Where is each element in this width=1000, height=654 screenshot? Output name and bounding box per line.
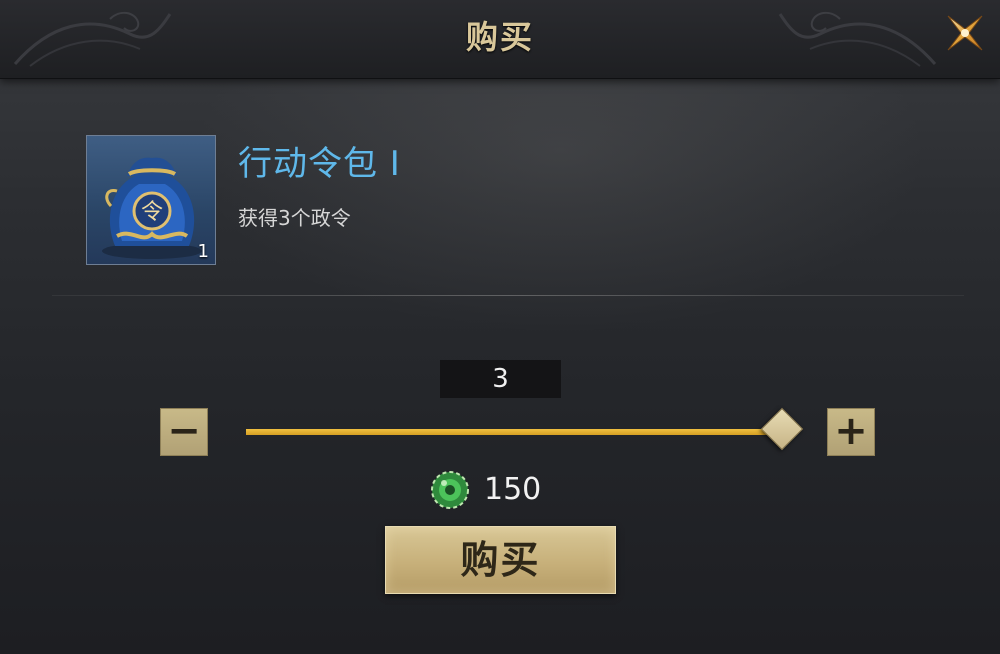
quantity-display: 3 bbox=[440, 360, 561, 398]
close-button[interactable] bbox=[940, 8, 990, 58]
pouch-glyph: 令 bbox=[141, 200, 163, 225]
slider-handle[interactable] bbox=[760, 407, 804, 451]
decrease-button[interactable]: − bbox=[160, 408, 208, 456]
increase-button[interactable]: + bbox=[827, 408, 875, 456]
item-icon-frame[interactable]: 令 1 bbox=[86, 135, 216, 265]
quantity-slider[interactable] bbox=[246, 429, 786, 435]
dialog-title: 购买 bbox=[465, 18, 534, 56]
dialog-header: 购买 bbox=[0, 0, 1000, 79]
item-description: 获得3个政令 bbox=[238, 206, 351, 230]
jade-coin-icon bbox=[431, 471, 469, 509]
slider-fill bbox=[246, 429, 786, 435]
buy-button[interactable]: 购买 bbox=[385, 526, 616, 594]
purchase-dialog: 购买 令 1 行动令包 I 获得3个政令 3 − + 150 购买 bbox=[0, 0, 1000, 654]
close-x-icon bbox=[947, 15, 983, 51]
item-name: 行动令包 I bbox=[238, 144, 401, 184]
item-count: 1 bbox=[197, 241, 209, 262]
price-value: 150 bbox=[484, 472, 542, 507]
divider bbox=[52, 295, 964, 296]
